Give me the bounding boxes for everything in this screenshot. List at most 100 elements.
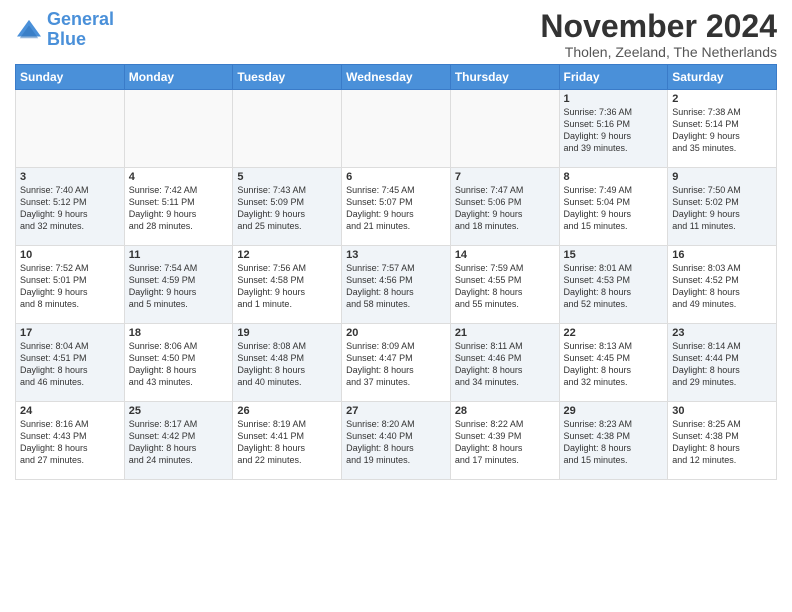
calendar-cell: 25Sunrise: 8:17 AM Sunset: 4:42 PM Dayli… — [124, 402, 233, 480]
location-subtitle: Tholen, Zeeland, The Netherlands — [540, 44, 777, 60]
calendar-cell — [233, 90, 342, 168]
day-number: 26 — [237, 405, 337, 417]
day-number: 11 — [129, 249, 229, 261]
day-info: Sunrise: 7:49 AM Sunset: 5:04 PM Dayligh… — [564, 184, 664, 233]
month-title: November 2024 — [540, 10, 777, 42]
day-number: 30 — [672, 405, 772, 417]
calendar-table: SundayMondayTuesdayWednesdayThursdayFrid… — [15, 64, 777, 480]
day-info: Sunrise: 8:11 AM Sunset: 4:46 PM Dayligh… — [455, 340, 555, 389]
day-number: 6 — [346, 171, 446, 183]
calendar-cell: 4Sunrise: 7:42 AM Sunset: 5:11 PM Daylig… — [124, 168, 233, 246]
day-info: Sunrise: 8:22 AM Sunset: 4:39 PM Dayligh… — [455, 418, 555, 467]
calendar-cell: 14Sunrise: 7:59 AM Sunset: 4:55 PM Dayli… — [450, 246, 559, 324]
day-number: 10 — [20, 249, 120, 261]
calendar-cell: 21Sunrise: 8:11 AM Sunset: 4:46 PM Dayli… — [450, 324, 559, 402]
day-number: 7 — [455, 171, 555, 183]
day-number: 17 — [20, 327, 120, 339]
day-number: 24 — [20, 405, 120, 417]
calendar-cell: 16Sunrise: 8:03 AM Sunset: 4:52 PM Dayli… — [668, 246, 777, 324]
calendar-cell — [450, 90, 559, 168]
day-number: 25 — [129, 405, 229, 417]
day-number: 16 — [672, 249, 772, 261]
day-info: Sunrise: 7:43 AM Sunset: 5:09 PM Dayligh… — [237, 184, 337, 233]
header-sunday: Sunday — [16, 65, 125, 90]
day-number: 2 — [672, 93, 772, 105]
day-info: Sunrise: 7:40 AM Sunset: 5:12 PM Dayligh… — [20, 184, 120, 233]
calendar-cell: 18Sunrise: 8:06 AM Sunset: 4:50 PM Dayli… — [124, 324, 233, 402]
day-info: Sunrise: 7:50 AM Sunset: 5:02 PM Dayligh… — [672, 184, 772, 233]
day-number: 27 — [346, 405, 446, 417]
day-info: Sunrise: 8:13 AM Sunset: 4:45 PM Dayligh… — [564, 340, 664, 389]
week-row-3: 17Sunrise: 8:04 AM Sunset: 4:51 PM Dayli… — [16, 324, 777, 402]
header-thursday: Thursday — [450, 65, 559, 90]
calendar-cell: 1Sunrise: 7:36 AM Sunset: 5:16 PM Daylig… — [559, 90, 668, 168]
calendar-cell: 19Sunrise: 8:08 AM Sunset: 4:48 PM Dayli… — [233, 324, 342, 402]
day-number: 13 — [346, 249, 446, 261]
calendar-cell: 22Sunrise: 8:13 AM Sunset: 4:45 PM Dayli… — [559, 324, 668, 402]
calendar-cell: 13Sunrise: 7:57 AM Sunset: 4:56 PM Dayli… — [342, 246, 451, 324]
day-number: 20 — [346, 327, 446, 339]
calendar-cell: 2Sunrise: 7:38 AM Sunset: 5:14 PM Daylig… — [668, 90, 777, 168]
calendar-cell: 29Sunrise: 8:23 AM Sunset: 4:38 PM Dayli… — [559, 402, 668, 480]
day-number: 12 — [237, 249, 337, 261]
week-row-4: 24Sunrise: 8:16 AM Sunset: 4:43 PM Dayli… — [16, 402, 777, 480]
calendar-cell: 15Sunrise: 8:01 AM Sunset: 4:53 PM Dayli… — [559, 246, 668, 324]
header-monday: Monday — [124, 65, 233, 90]
day-info: Sunrise: 8:04 AM Sunset: 4:51 PM Dayligh… — [20, 340, 120, 389]
logo-icon — [15, 18, 43, 42]
header-tuesday: Tuesday — [233, 65, 342, 90]
day-info: Sunrise: 7:54 AM Sunset: 4:59 PM Dayligh… — [129, 262, 229, 311]
calendar-cell: 8Sunrise: 7:49 AM Sunset: 5:04 PM Daylig… — [559, 168, 668, 246]
header-wednesday: Wednesday — [342, 65, 451, 90]
calendar-cell: 28Sunrise: 8:22 AM Sunset: 4:39 PM Dayli… — [450, 402, 559, 480]
title-area: November 2024 Tholen, Zeeland, The Nethe… — [540, 10, 777, 60]
day-number: 19 — [237, 327, 337, 339]
header: General Blue November 2024 Tholen, Zeela… — [15, 10, 777, 60]
calendar-cell: 6Sunrise: 7:45 AM Sunset: 5:07 PM Daylig… — [342, 168, 451, 246]
day-info: Sunrise: 8:16 AM Sunset: 4:43 PM Dayligh… — [20, 418, 120, 467]
calendar-cell: 20Sunrise: 8:09 AM Sunset: 4:47 PM Dayli… — [342, 324, 451, 402]
day-info: Sunrise: 7:59 AM Sunset: 4:55 PM Dayligh… — [455, 262, 555, 311]
day-number: 3 — [20, 171, 120, 183]
day-info: Sunrise: 8:03 AM Sunset: 4:52 PM Dayligh… — [672, 262, 772, 311]
day-info: Sunrise: 8:01 AM Sunset: 4:53 PM Dayligh… — [564, 262, 664, 311]
day-info: Sunrise: 8:17 AM Sunset: 4:42 PM Dayligh… — [129, 418, 229, 467]
day-info: Sunrise: 8:19 AM Sunset: 4:41 PM Dayligh… — [237, 418, 337, 467]
day-info: Sunrise: 7:36 AM Sunset: 5:16 PM Dayligh… — [564, 106, 664, 155]
header-friday: Friday — [559, 65, 668, 90]
day-number: 5 — [237, 171, 337, 183]
day-info: Sunrise: 8:06 AM Sunset: 4:50 PM Dayligh… — [129, 340, 229, 389]
day-number: 28 — [455, 405, 555, 417]
day-info: Sunrise: 8:20 AM Sunset: 4:40 PM Dayligh… — [346, 418, 446, 467]
day-info: Sunrise: 7:38 AM Sunset: 5:14 PM Dayligh… — [672, 106, 772, 155]
calendar-header-row: SundayMondayTuesdayWednesdayThursdayFrid… — [16, 65, 777, 90]
calendar-cell — [124, 90, 233, 168]
calendar-cell: 11Sunrise: 7:54 AM Sunset: 4:59 PM Dayli… — [124, 246, 233, 324]
day-info: Sunrise: 7:57 AM Sunset: 4:56 PM Dayligh… — [346, 262, 446, 311]
day-number: 29 — [564, 405, 664, 417]
calendar-cell: 17Sunrise: 8:04 AM Sunset: 4:51 PM Dayli… — [16, 324, 125, 402]
day-number: 4 — [129, 171, 229, 183]
day-info: Sunrise: 7:42 AM Sunset: 5:11 PM Dayligh… — [129, 184, 229, 233]
day-number: 22 — [564, 327, 664, 339]
day-info: Sunrise: 7:45 AM Sunset: 5:07 PM Dayligh… — [346, 184, 446, 233]
calendar-cell — [16, 90, 125, 168]
logo-line1: General — [47, 9, 114, 29]
day-number: 23 — [672, 327, 772, 339]
day-number: 21 — [455, 327, 555, 339]
day-number: 18 — [129, 327, 229, 339]
week-row-1: 3Sunrise: 7:40 AM Sunset: 5:12 PM Daylig… — [16, 168, 777, 246]
day-info: Sunrise: 7:56 AM Sunset: 4:58 PM Dayligh… — [237, 262, 337, 311]
day-number: 9 — [672, 171, 772, 183]
calendar-cell: 12Sunrise: 7:56 AM Sunset: 4:58 PM Dayli… — [233, 246, 342, 324]
day-info: Sunrise: 8:14 AM Sunset: 4:44 PM Dayligh… — [672, 340, 772, 389]
day-info: Sunrise: 8:09 AM Sunset: 4:47 PM Dayligh… — [346, 340, 446, 389]
calendar-cell — [342, 90, 451, 168]
day-number: 8 — [564, 171, 664, 183]
logo-line2: Blue — [47, 29, 86, 49]
day-number: 15 — [564, 249, 664, 261]
calendar-cell: 27Sunrise: 8:20 AM Sunset: 4:40 PM Dayli… — [342, 402, 451, 480]
day-number: 1 — [564, 93, 664, 105]
day-info: Sunrise: 7:47 AM Sunset: 5:06 PM Dayligh… — [455, 184, 555, 233]
header-saturday: Saturday — [668, 65, 777, 90]
